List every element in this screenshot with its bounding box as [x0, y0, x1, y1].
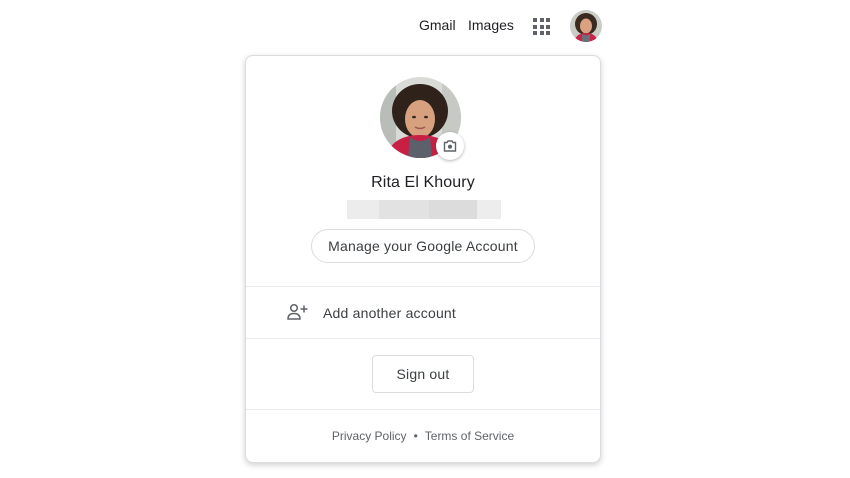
footer-links: Privacy Policy • Terms of Service	[246, 429, 600, 443]
add-account-item[interactable]: Add another account	[246, 288, 600, 339]
apps-grid-icon[interactable]	[533, 18, 550, 35]
redacted-email	[347, 200, 501, 219]
sign-out-button[interactable]: Sign out	[372, 355, 474, 393]
change-photo-button[interactable]	[436, 132, 464, 160]
gmail-link[interactable]: Gmail	[419, 17, 456, 33]
divider	[246, 338, 600, 339]
account-menu-panel: Rita El Khoury Manage your Google Accoun…	[245, 55, 601, 463]
person-add-icon	[287, 303, 308, 320]
camera-icon	[443, 140, 457, 152]
terms-of-service-link[interactable]: Terms of Service	[425, 429, 514, 443]
footer-separator: •	[413, 429, 418, 443]
divider	[246, 286, 600, 287]
top-bar: Gmail Images	[0, 0, 850, 52]
manage-account-button[interactable]: Manage your Google Account	[311, 229, 535, 263]
add-account-label: Add another account	[323, 305, 457, 321]
account-avatar-button[interactable]	[570, 10, 602, 42]
images-link[interactable]: Images	[468, 17, 514, 33]
account-name: Rita El Khoury	[371, 174, 475, 191]
divider	[246, 409, 600, 410]
privacy-policy-link[interactable]: Privacy Policy	[332, 429, 407, 443]
